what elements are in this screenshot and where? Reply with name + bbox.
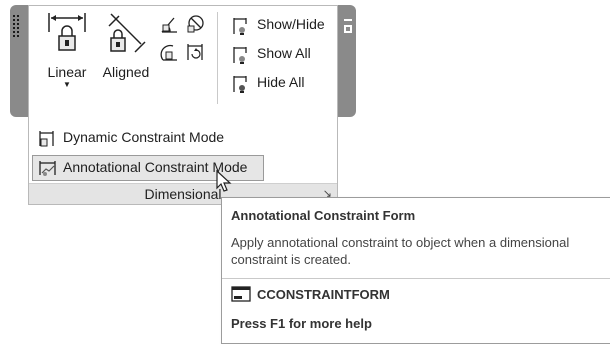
tooltip: Annotational Constraint Form Apply annot… [221,197,610,344]
show-hide-icon [231,18,251,39]
show-all-icon [231,47,251,68]
mouse-cursor-icon [216,169,232,199]
show-hide-button[interactable]: Show/Hide [231,16,335,36]
show-hide-label: Show/Hide [257,16,325,32]
tooltip-help: Press F1 for more help [231,316,372,331]
dimensional-panel: Linear ▼ Aligned Show/Hide Show All Hide… [28,5,338,205]
tooltip-title: Annotational Constraint Form [231,208,416,223]
tooltip-command-text: CCONSTRAINTFORM [257,287,390,302]
command-icon [231,286,251,305]
tooltip-divider [222,278,610,279]
aligned-button[interactable]: Aligned [99,10,153,90]
radial-constraint-icon [185,15,205,37]
radial-button[interactable] [185,14,205,34]
dynamic-mode-label: Dynamic Constraint Mode [63,129,225,145]
diameter-constraint-icon [159,44,179,65]
convert-constraint-icon [185,44,205,65]
panel-separator [217,12,218,104]
linear-constraint-icon [45,13,89,57]
hide-all-icon [231,76,251,97]
hide-all-label: Hide All [257,74,305,90]
panel-grip-left[interactable] [13,15,23,41]
tooltip-description: Apply annotational constraint to object … [231,235,570,267]
panel-pin-icon[interactable] [343,17,353,43]
linear-button[interactable]: Linear ▼ [43,10,91,90]
hide-all-button[interactable]: Hide All [231,74,335,94]
annotational-mode-icon [37,158,59,181]
show-all-label: Show All [257,45,311,61]
convert-button[interactable] [185,42,205,62]
diameter-button[interactable] [159,42,179,62]
aligned-label: Aligned [102,64,150,80]
angular-constraint-icon [159,17,179,37]
chevron-down-icon[interactable]: ▼ [43,80,91,89]
linear-label: Linear [47,64,87,80]
dynamic-constraint-mode-button[interactable]: Dynamic Constraint Mode [33,126,263,150]
aligned-constraint-icon [101,13,151,59]
angular-button[interactable] [159,14,179,34]
show-all-button[interactable]: Show All [231,45,335,65]
dynamic-mode-icon [37,128,57,151]
